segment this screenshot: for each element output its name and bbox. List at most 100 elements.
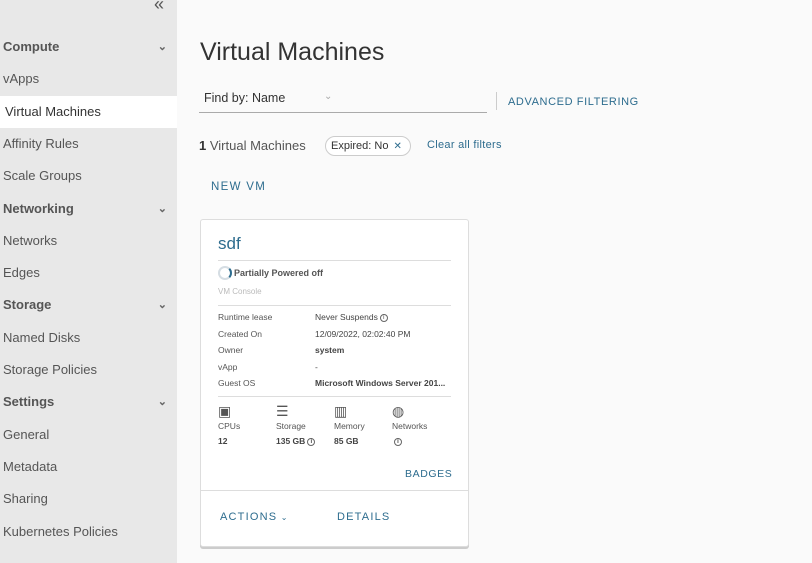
chevron-down-icon: ⌄ (324, 91, 333, 102)
resource-cpu: ▣ CPUs 12 (218, 403, 278, 446)
sidebar-item-storage[interactable]: Storage ⌄ (0, 289, 177, 321)
partial-power-icon (218, 266, 232, 280)
sidebar-item-label: Networking (3, 200, 74, 216)
sidebar-item-label: Metadata (3, 458, 58, 474)
sidebar-item-label: Edges (3, 265, 40, 281)
prop-value: 12/09/2022, 02:02:40 PM (315, 329, 410, 339)
resource-value: 85 GB (334, 436, 394, 446)
resource-value-text: 85 GB (334, 436, 359, 446)
vm-count: 1 Virtual Machines (199, 138, 306, 153)
details-button[interactable]: DETAILS (337, 511, 390, 523)
prop-value: - (315, 362, 318, 372)
sidebar-item-sharing[interactable]: Sharing (0, 483, 177, 515)
find-by-value: Name (251, 91, 286, 105)
chip-value: No (374, 140, 389, 152)
prop-value-text: Never Suspends (315, 312, 378, 322)
chevron-down-icon: ⌄ (157, 202, 167, 215)
prop-value: Microsoft Windows Server 201... (315, 378, 445, 388)
resource-value: 135 GB i (276, 436, 336, 446)
vm-name-link[interactable]: sdf (218, 234, 241, 254)
sidebar-item-label: vApps (3, 71, 40, 87)
badges-button[interactable]: BADGES (405, 468, 452, 480)
sidebar-item-label: Networks (3, 232, 58, 248)
find-by-label: Find by: (204, 91, 249, 105)
sidebar-item-label: Named Disks (3, 329, 81, 345)
chevron-down-icon: ⌄ (157, 396, 167, 409)
sidebar-item-label: General (3, 426, 50, 442)
info-icon[interactable]: i (394, 437, 402, 446)
prop-value-text: system (315, 345, 345, 355)
resource-value: 12 (218, 436, 278, 446)
filter-chip-expired: Expired: No ✕ (325, 136, 411, 156)
chevron-down-icon: ⌄ (157, 299, 167, 312)
prop-label: Runtime lease (218, 312, 273, 322)
new-vm-button[interactable]: NEW VM (211, 181, 266, 193)
sidebar-item-general[interactable]: General (0, 419, 177, 451)
vm-card: sdf Partially Powered off VM Console Run… (200, 219, 469, 547)
prop-value-text: Microsoft Windows Server 201... (315, 378, 446, 388)
vm-status: Partially Powered off (218, 266, 323, 280)
sidebar-item-scale-groups[interactable]: Scale Groups (0, 160, 177, 192)
prop-value: Never Suspends i (315, 312, 388, 322)
clear-all-filters-link[interactable]: Clear all filters (427, 139, 502, 151)
find-by-select[interactable]: Find by: Name ⌄ (199, 91, 487, 113)
sidebar-item-virtual-machines[interactable]: Virtual Machines (0, 95, 177, 128)
close-icon[interactable]: ✕ (393, 141, 401, 152)
advanced-filtering-button[interactable]: ADVANCED FILTERING (508, 96, 639, 108)
sidebar-item-settings[interactable]: Settings ⌄ (0, 386, 177, 418)
actions-dropdown[interactable]: ACTIONS ⌄ (220, 511, 289, 523)
resource-value-text: 135 GB (276, 436, 306, 446)
sidebar-item-label: Affinity Rules (3, 135, 79, 151)
prop-label: vApp (218, 361, 238, 372)
sidebar-item-affinity-rules[interactable]: Affinity Rules (0, 128, 177, 160)
sidebar-item-networking[interactable]: Networking ⌄ (0, 193, 177, 225)
resource-label: Memory (334, 421, 365, 431)
chevron-down-icon: ⌄ (277, 513, 289, 522)
divider (496, 92, 497, 110)
resource-label: Networks (392, 421, 428, 431)
resource-label: CPUs (218, 421, 241, 431)
sidebar-item-edges[interactable]: Edges (0, 257, 177, 289)
sidebar-item-label: Storage Policies (3, 362, 97, 377)
sidebar-item-metadata[interactable]: Metadata (0, 451, 177, 483)
prop-label: Guest OS (218, 378, 256, 388)
sidebar-item-label: Virtual Machines (5, 103, 101, 119)
count-label: Virtual Machines (209, 138, 306, 153)
divider (201, 490, 468, 491)
vm-console-link[interactable]: VM Console (218, 287, 262, 296)
resource-value-text: 12 (218, 436, 228, 446)
divider (218, 396, 451, 397)
page-title: Virtual Machines (200, 38, 385, 66)
resource-label: Storage (276, 421, 306, 431)
sidebar: « Compute ⌄ vApps Virtual Machines Affinity … (0, 0, 177, 563)
info-icon[interactable]: i (307, 437, 316, 446)
sidebar-item-label: Storage (3, 297, 52, 313)
sidebar-item-label: Kubernetes Policies (3, 523, 118, 539)
prop-value-text: - (315, 361, 318, 372)
sidebar-item-vapps[interactable]: vApps (0, 63, 177, 95)
prop-value-text: 12/09/2022, 02:02:40 PM (315, 328, 411, 339)
resource-value: i (392, 436, 452, 446)
resource-network: ◍ Networks i (392, 403, 452, 446)
sidebar-item-networks[interactable]: Networks (0, 225, 177, 257)
resource-storage: ☰ Storage 135 GB i (276, 403, 336, 446)
divider (218, 260, 451, 261)
actions-label: ACTIONS (220, 511, 278, 523)
prop-value: system (315, 345, 344, 355)
prop-label: Owner (218, 345, 244, 355)
sidebar-item-label: Scale Groups (3, 168, 82, 184)
sidebar-item-storage-policies[interactable]: Storage Policies (0, 354, 177, 386)
sidebar-item-label: Sharing (3, 491, 48, 507)
prop-label: Created On (218, 328, 262, 339)
sidebar-item-kubernetes-policies[interactable]: Kubernetes Policies (0, 516, 177, 548)
sidebar-item-label: Compute (3, 39, 60, 54)
resource-memory: ▥ Memory 85 GB (334, 403, 394, 446)
status-text: Partially Powered off (234, 268, 324, 278)
sidebar-item-compute[interactable]: Compute ⌄ (0, 31, 177, 63)
info-icon[interactable]: i (379, 313, 388, 322)
collapse-sidebar-icon[interactable]: « (154, 0, 164, 15)
sidebar-item-named-disks[interactable]: Named Disks (0, 322, 177, 354)
memory-icon: ▥ (334, 403, 348, 419)
sidebar-item-label: Settings (3, 394, 55, 410)
chip-key: Expired: (331, 140, 372, 152)
